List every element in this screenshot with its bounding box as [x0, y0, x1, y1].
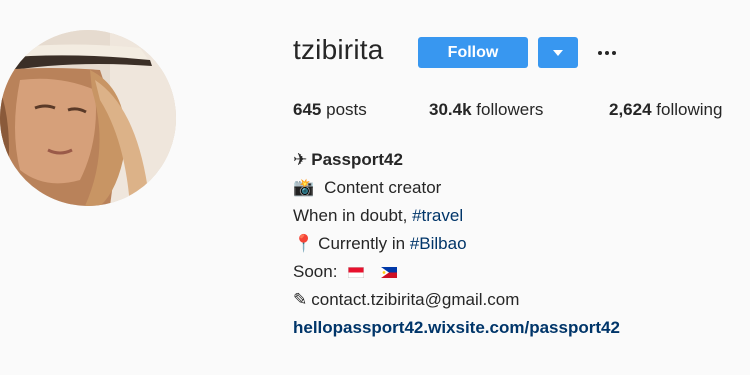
bio-email-line: ✎ contact.tzibirita@gmail.com — [293, 286, 743, 314]
posts-number: 645 — [293, 100, 322, 119]
followers-number: 30.4k — [429, 100, 472, 119]
bio-doubt-text: When in doubt, — [293, 206, 413, 225]
hashtag-travel-link[interactable]: #travel — [412, 206, 463, 225]
bio-location-line: 📍 Currently in #Bilbao — [293, 230, 743, 258]
bio-name-line: ✈ Passport42 — [293, 146, 743, 174]
following-link[interactable]: 2,624 following — [609, 100, 722, 120]
profile-full-name: Passport42 — [311, 150, 403, 169]
suggested-accounts-dropdown-button[interactable] — [538, 37, 578, 68]
more-options-button[interactable] — [594, 38, 620, 66]
profile-username: tzibirita — [293, 34, 384, 65]
profile-website-link[interactable]: hellopassport42.wixsite.com/passport42 — [293, 318, 620, 337]
airplane-icon: ✈ — [293, 150, 308, 169]
following-label: following — [656, 100, 723, 119]
bio-location-text: Currently in — [318, 234, 410, 253]
camera-icon: 📸 — [293, 178, 315, 197]
hashtag-bilbao-link[interactable]: #Bilbao — [410, 234, 467, 253]
bio-soon-line: Soon: — [293, 258, 743, 286]
bio-website-line: hellopassport42.wixsite.com/passport42 — [293, 314, 743, 342]
chevron-down-icon — [553, 50, 563, 56]
followers-link[interactable]: 30.4k followers — [429, 100, 543, 120]
philippines-flag-icon — [380, 267, 397, 278]
pencil-icon: ✎ — [293, 290, 308, 309]
profile-stats: 645 posts 30.4k followers 2,624 followin… — [0, 100, 750, 124]
bio-role: Content creator — [324, 178, 442, 197]
bio-role-line: 📸 Content creator — [293, 174, 743, 202]
follow-button[interactable]: Follow — [418, 37, 528, 68]
posts-count: 645 posts — [293, 100, 367, 120]
pin-icon: 📍 — [293, 234, 315, 253]
profile-page: tzibirita Follow 645 posts 30.4k followe… — [0, 0, 750, 375]
bio-doubt-line: When in doubt, #travel — [293, 202, 743, 230]
profile-bio: ✈ Passport42 📸 Content creator When in dou… — [293, 146, 743, 342]
bio-soon-label: Soon: — [293, 262, 338, 281]
following-number: 2,624 — [609, 100, 652, 119]
followers-label: followers — [476, 100, 544, 119]
indonesia-flag-icon — [348, 267, 365, 278]
bio-email: contact.tzibirita@gmail.com — [311, 290, 520, 309]
posts-label: posts — [326, 100, 367, 119]
